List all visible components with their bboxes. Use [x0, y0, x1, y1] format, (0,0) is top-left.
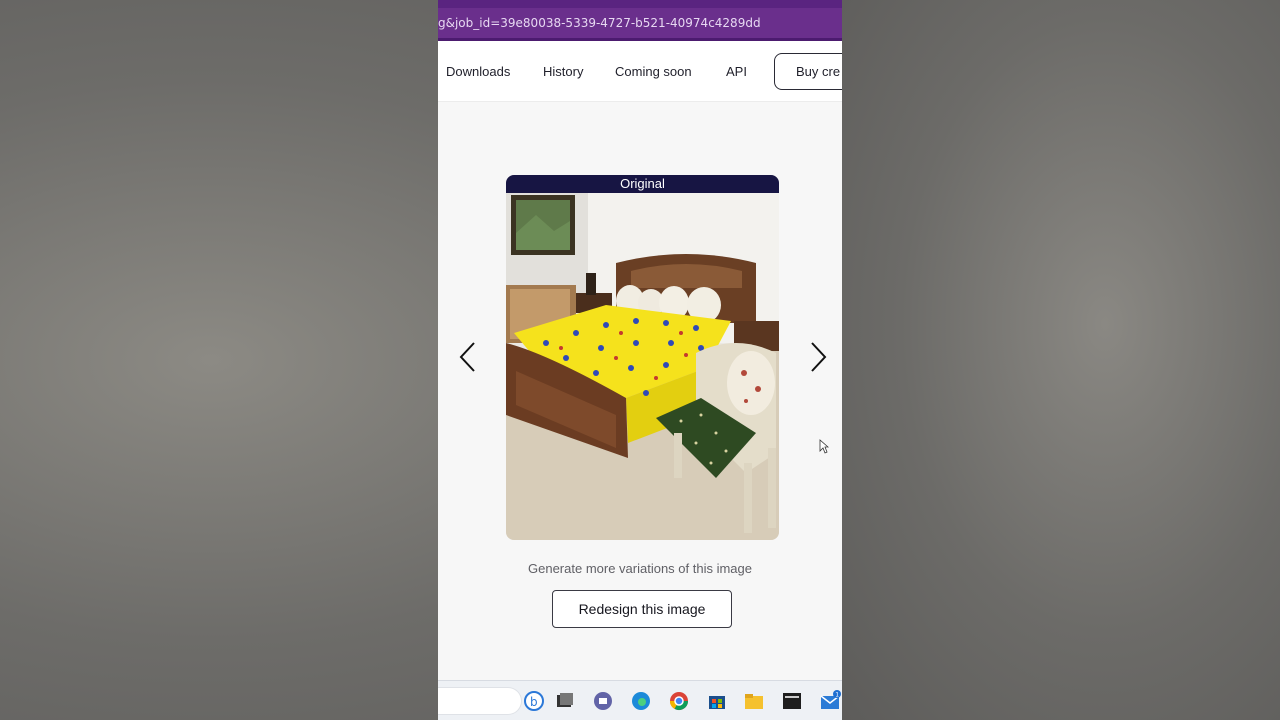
windows-taskbar: b 1 [438, 680, 842, 720]
image-card: Original [506, 175, 779, 540]
terminal-icon[interactable] [781, 690, 803, 712]
edge-icon[interactable] [630, 690, 652, 712]
bing-icon[interactable]: b [523, 690, 545, 712]
mobile-screen: g&job_id=39e80038-5339-4727-b521-40974c4… [438, 0, 842, 720]
taskbar-search-box[interactable] [438, 687, 522, 715]
bedroom-photo [506, 193, 779, 540]
nav-history[interactable]: History [543, 64, 583, 79]
nav-coming-soon[interactable]: Coming soon [615, 64, 692, 79]
card-label: Original [506, 175, 779, 193]
url-text[interactable]: g&job_id=39e80038-5339-4727-b521-40974c4… [438, 16, 761, 30]
store-icon[interactable] [706, 690, 728, 712]
mail-icon[interactable]: 1 [819, 690, 841, 712]
next-arrow-icon[interactable] [806, 340, 830, 374]
redesign-button[interactable]: Redesign this image [552, 590, 732, 628]
teams-chat-icon[interactable] [592, 690, 614, 712]
mail-badge: 1 [835, 691, 839, 698]
previous-arrow-icon[interactable] [456, 340, 480, 374]
task-view-icon[interactable] [554, 690, 576, 712]
variations-caption: Generate more variations of this image [528, 561, 752, 576]
svg-text:b: b [530, 695, 538, 709]
nav-api[interactable]: API [726, 64, 747, 79]
top-navigation: Downloads History Coming soon API Buy cr… [438, 41, 842, 102]
nav-downloads[interactable]: Downloads [446, 64, 510, 79]
mouse-cursor-icon [819, 439, 829, 454]
blurred-background-right [842, 0, 1280, 720]
browser-url-bar[interactable]: g&job_id=39e80038-5339-4727-b521-40974c4… [438, 0, 842, 41]
chrome-icon[interactable] [668, 690, 690, 712]
file-explorer-icon[interactable] [743, 690, 765, 712]
buy-credits-button[interactable]: Buy cre [774, 53, 842, 90]
